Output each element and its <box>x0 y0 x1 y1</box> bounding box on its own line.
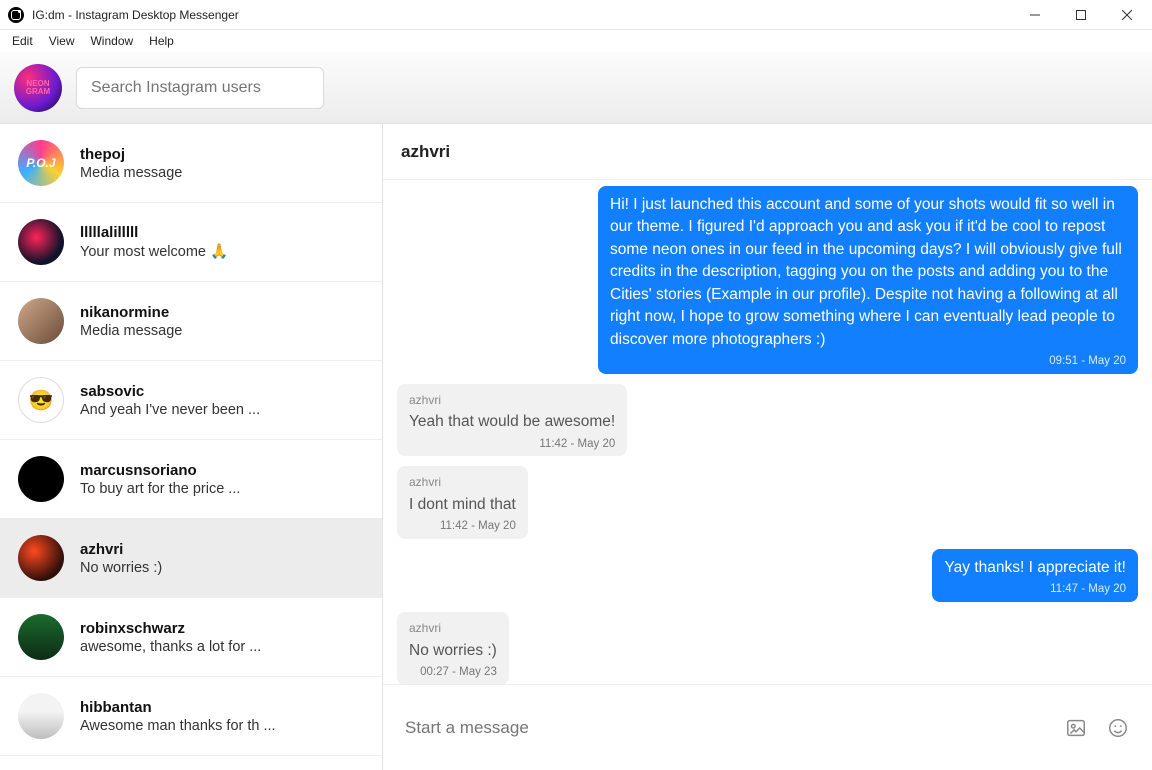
conversation-name: marcusnsoriano <box>80 462 240 479</box>
message-text: No worries :) <box>409 640 497 662</box>
message-bubble[interactable]: azhvri Yeah that would be awesome! 11:42 -… <box>397 384 627 457</box>
chat-header: azhvri <box>383 124 1152 180</box>
avatar <box>18 456 64 502</box>
conversation-item[interactable]: azhvri No worries :) <box>0 519 382 598</box>
avatar <box>18 298 64 344</box>
conversation-preview: Media message <box>80 165 182 181</box>
conversation-preview: Media message <box>80 323 182 339</box>
message-text: Yay thanks! I appreciate it! <box>944 557 1126 579</box>
message-sender: azhvri <box>409 620 497 637</box>
conversation-preview: No worries :) <box>80 560 162 576</box>
composer <box>383 684 1152 770</box>
conversation-name: thepoj <box>80 146 182 163</box>
message-outgoing: Yay thanks! I appreciate it! 11:47 - May … <box>397 549 1138 602</box>
close-button[interactable] <box>1104 0 1150 30</box>
conversation-item[interactable]: hibbantan Awesome man thanks for th ... <box>0 677 382 756</box>
maximize-button[interactable] <box>1058 0 1104 30</box>
chat-title: azhvri <box>401 142 450 162</box>
conversation-preview: Awesome man thanks for th ... <box>80 718 276 734</box>
conversation-name: hibbantan <box>80 699 276 716</box>
emoji-button[interactable] <box>1106 716 1130 740</box>
conversation-item[interactable]: 😎 sabsovic And yeah I've never been ... <box>0 361 382 440</box>
conversation-name: sabsovic <box>80 383 260 400</box>
maximize-icon <box>1076 10 1086 20</box>
message-text: I dont mind that <box>409 494 516 516</box>
chat-scroll[interactable]: Hi! I just launched this account and som… <box>383 180 1152 684</box>
attach-image-button[interactable] <box>1064 716 1088 740</box>
avatar: 😎 <box>18 377 64 423</box>
search-input[interactable] <box>76 67 324 109</box>
message-bubble[interactable]: azhvri No worries :) 00:27 - May 23 <box>397 612 509 684</box>
conversation-item[interactable]: marcusnsoriano To buy art for the price .… <box>0 440 382 519</box>
minimize-icon <box>1030 10 1040 20</box>
message-text: Hi! I just launched this account and som… <box>610 194 1126 351</box>
top-section: NEONGRAM <box>0 52 1152 124</box>
message-timestamp: 11:42 - May 20 <box>409 436 615 453</box>
window-title: IG:dm - Instagram Desktop Messenger <box>32 8 239 22</box>
conversation-name: nikanormine <box>80 304 182 321</box>
emoji-icon <box>1107 717 1129 739</box>
minimize-button[interactable] <box>1012 0 1058 30</box>
message-incoming: azhvri No worries :) 00:27 - May 23 <box>397 612 1138 684</box>
app-icon <box>8 7 24 23</box>
avatar: P.O.J <box>18 140 64 186</box>
message-sender: azhvri <box>409 474 516 491</box>
window-titlebar: IG:dm - Instagram Desktop Messenger <box>0 0 1152 30</box>
message-timestamp: 11:42 - May 20 <box>409 518 516 535</box>
image-icon <box>1065 717 1087 739</box>
close-icon <box>1122 10 1132 20</box>
menu-help[interactable]: Help <box>141 32 182 50</box>
message-outgoing: Hi! I just launched this account and som… <box>397 186 1138 374</box>
message-timestamp: 11:47 - May 20 <box>944 581 1126 598</box>
my-avatar[interactable]: NEONGRAM <box>14 64 62 112</box>
conversation-name: azhvri <box>80 541 162 558</box>
avatar <box>18 614 64 660</box>
conversation-list[interactable]: P.O.J thepoj Media message lllllalilllll You… <box>0 124 383 770</box>
conversation-name: lllllalilllll <box>80 224 228 241</box>
message-bubble[interactable]: Yay thanks! I appreciate it! 11:47 - May … <box>932 549 1138 602</box>
message-timestamp: 09:51 - May 20 <box>610 353 1126 370</box>
conversation-preview: Your most welcome 🙏 <box>80 243 228 260</box>
menu-view[interactable]: View <box>41 32 83 50</box>
menubar: Edit View Window Help <box>0 30 1152 52</box>
conversation-item[interactable]: lllllalilllll Your most welcome 🙏 <box>0 203 382 282</box>
message-timestamp: 00:27 - May 23 <box>409 664 497 681</box>
conversation-item[interactable]: P.O.J thepoj Media message <box>0 124 382 203</box>
conversation-preview: To buy art for the price ... <box>80 481 240 497</box>
menu-window[interactable]: Window <box>82 32 141 50</box>
conversation-preview: And yeah I've never been ... <box>80 402 260 418</box>
message-sender: azhvri <box>409 392 615 409</box>
chat-panel: azhvri Hi! I just launched this account … <box>383 124 1152 770</box>
conversation-preview: awesome, thanks a lot for ... <box>80 639 261 655</box>
compose-input[interactable] <box>405 708 1046 748</box>
message-text: Yeah that would be awesome! <box>409 411 615 433</box>
avatar <box>18 693 64 739</box>
window-controls <box>1012 0 1150 30</box>
menu-edit[interactable]: Edit <box>4 32 41 50</box>
message-incoming: azhvri Yeah that would be awesome! 11:42 -… <box>397 384 1138 457</box>
message-bubble[interactable]: Hi! I just launched this account and som… <box>598 186 1138 374</box>
conversation-name: robinxschwarz <box>80 620 261 637</box>
message-bubble[interactable]: azhvri I dont mind that 11:42 - May 20 <box>397 466 528 539</box>
avatar <box>18 535 64 581</box>
avatar <box>18 219 64 265</box>
conversation-item[interactable]: robinxschwarz awesome, thanks a lot for .… <box>0 598 382 677</box>
conversation-item[interactable]: nikanormine Media message <box>0 282 382 361</box>
message-incoming: azhvri I dont mind that 11:42 - May 20 <box>397 466 1138 539</box>
